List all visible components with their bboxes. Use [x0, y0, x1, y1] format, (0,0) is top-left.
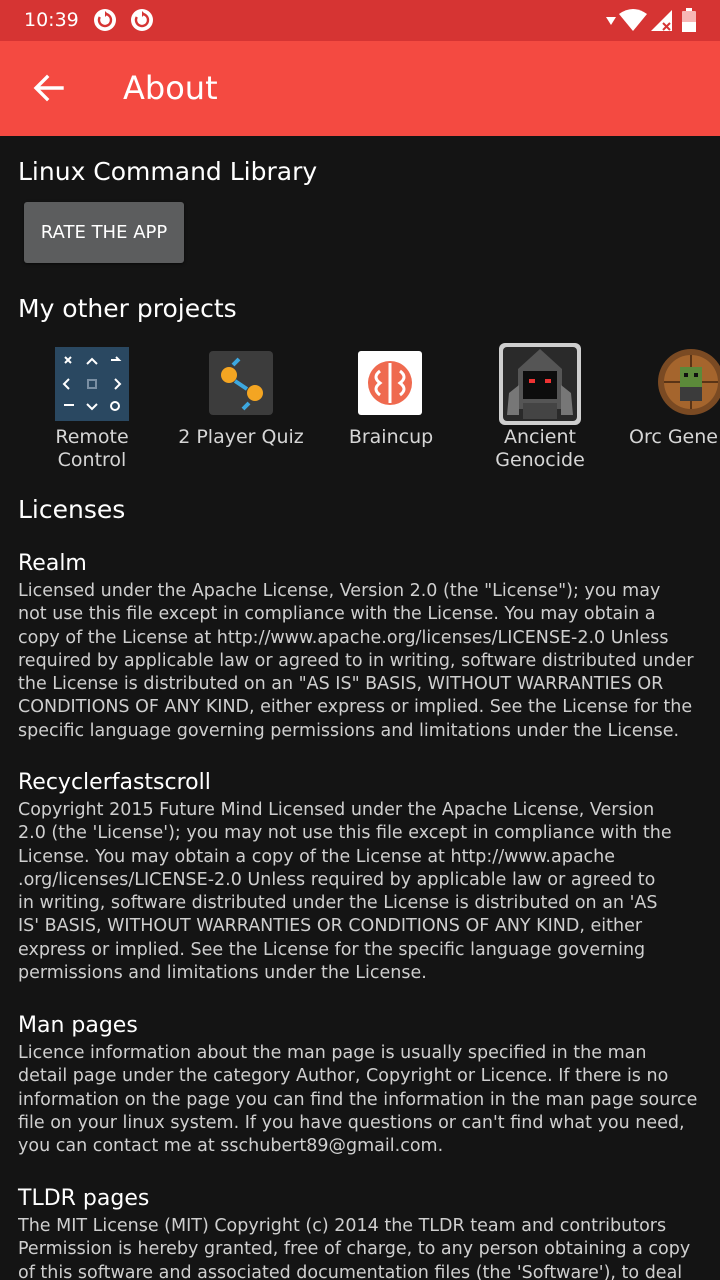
license-line: specific language governing permissions … — [18, 720, 680, 741]
license-name: Recyclerfastscroll — [18, 770, 211, 795]
sync-icon — [131, 9, 153, 31]
brain-icon — [358, 351, 422, 415]
license-line: detail page under the category Author, C… — [18, 1066, 669, 1087]
license-text: Copyright 2015 Future Mind Licensed unde… — [18, 799, 708, 985]
license-tldr-pages: TLDR pages The MIT License (MIT) Copyrig… — [18, 1185, 708, 1280]
ancient-genocide-icon — [499, 343, 581, 425]
license-line: Permission is hereby granted, free of ch… — [18, 1239, 691, 1260]
rate-app-button[interactable]: RATE THE APP — [24, 202, 184, 263]
license-name: Man pages — [18, 1013, 138, 1038]
projects-list[interactable]: Remote Control 2 Player Quiz Braincup An… — [0, 341, 720, 486]
wifi-icon — [619, 9, 647, 31]
data-arrow-icon — [606, 17, 616, 25]
license-line: file on your linux system. If you have q… — [18, 1112, 685, 1133]
license-line: you can contact me at sschubert89@gmail.… — [18, 1136, 444, 1157]
arrow-back-icon[interactable] — [30, 70, 66, 106]
orc-icon — [658, 349, 720, 415]
status-time: 10:39 — [24, 9, 79, 31]
license-line: copy of the License at http://www.apache… — [18, 627, 669, 648]
license-realm: Realm Licensed under the Apache License,… — [18, 550, 708, 743]
project-label: Orc Gene — [629, 426, 718, 448]
quiz-icon — [209, 351, 273, 415]
license-text: Licence information about the man page i… — [18, 1042, 708, 1158]
project-label: Braincup — [348, 426, 434, 448]
license-line: required by applicable law or agreed to … — [18, 650, 694, 671]
page-title: About — [123, 69, 218, 107]
sync-icon — [94, 9, 116, 31]
license-line: in writing, software distributed under t… — [18, 893, 658, 914]
projects-title: My other projects — [18, 294, 237, 323]
project-label: 2 Player Quiz — [178, 426, 304, 448]
license-line: permissions and limitations under the Li… — [18, 963, 427, 984]
license-line: Copyright 2015 Future Mind Licensed unde… — [18, 800, 655, 820]
project-label: Remote Control — [55, 426, 129, 471]
license-line: the License is distributed on an "AS IS"… — [18, 674, 664, 695]
license-line: .org/licenses/LICENSE-2.0 Unless require… — [18, 869, 656, 890]
app-name: Linux Command Library — [18, 157, 318, 186]
about-content[interactable]: Linux Command Library RATE THE APP My ot… — [0, 136, 720, 1280]
remote-control-icon — [55, 347, 129, 421]
project-label: Ancient Genocide — [495, 426, 585, 471]
license-line: express or implied. See the License for … — [18, 939, 646, 960]
license-line: CONDITIONS OF ANY KIND, either express o… — [18, 697, 693, 718]
license-line: IS' BASIS, WITHOUT WARRANTIES OR CONDITI… — [18, 916, 643, 937]
app-bar: About — [0, 41, 720, 136]
license-line: not use this file except in compliance w… — [18, 604, 656, 625]
status-bar: 10:39 — [0, 0, 720, 41]
license-line: Licence information about the man page i… — [18, 1043, 647, 1063]
battery-icon — [682, 8, 696, 32]
license-line: The MIT License (MIT) Copyright (c) 2014… — [18, 1216, 667, 1236]
license-line: of this software and associated document… — [18, 1262, 683, 1280]
license-name: Realm — [18, 551, 87, 576]
license-man-pages: Man pages Licence information about the … — [18, 1012, 708, 1158]
license-text: The MIT License (MIT) Copyright (c) 2014… — [18, 1215, 708, 1280]
license-name: TLDR pages — [18, 1186, 150, 1211]
licenses-title: Licenses — [18, 495, 126, 524]
license-line: Licensed under the Apache License, Versi… — [18, 581, 661, 601]
license-line: information on the page you can find the… — [18, 1089, 698, 1110]
signal-icon — [651, 10, 672, 31]
license-line: 2.0 (the 'License'); you may not use thi… — [18, 823, 672, 844]
license-text: Licensed under the Apache License, Versi… — [18, 580, 708, 743]
license-line: License. You may obtain a copy of the Li… — [18, 846, 616, 867]
license-recyclerfastscroll: Recyclerfastscroll Copyright 2015 Future… — [18, 769, 708, 985]
